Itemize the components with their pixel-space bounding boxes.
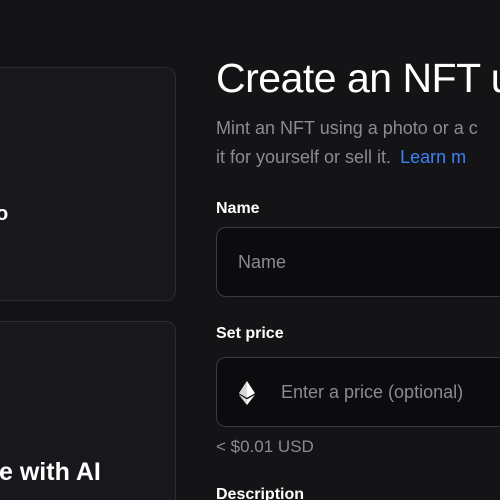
learn-more-link[interactable]: Learn m bbox=[400, 147, 466, 167]
subtitle-line-1: Mint an NFT using a photo or a c bbox=[216, 118, 478, 138]
price-usd-hint: < $0.01 USD bbox=[216, 437, 314, 456]
name-label: Name bbox=[216, 200, 260, 217]
mint-option-ai-title: e with AI bbox=[0, 458, 101, 486]
name-input[interactable]: Name bbox=[216, 227, 500, 297]
page-subtitle: Mint an NFT using a photo or a c it for … bbox=[216, 114, 478, 172]
ethereum-icon bbox=[239, 381, 255, 405]
name-input-placeholder: Name bbox=[238, 252, 287, 272]
page-title: Create an NFT u bbox=[216, 55, 500, 101]
subtitle-line-2: it for yourself or sell it. Learn m bbox=[216, 143, 478, 172]
price-input[interactable]: Enter a price (optional) bbox=[216, 357, 500, 427]
create-nft-page: o e with AI Create an NFT u Mint an NFT … bbox=[0, 0, 500, 500]
price-label: Set price bbox=[216, 325, 284, 342]
mint-option-card-fragment-text: o bbox=[0, 203, 9, 225]
price-input-placeholder: Enter a price (optional) bbox=[281, 382, 464, 402]
subtitle-line-2-text: it for yourself or sell it. bbox=[216, 147, 392, 167]
description-label: Description bbox=[216, 486, 305, 500]
mint-option-card-photo[interactable] bbox=[0, 67, 176, 301]
